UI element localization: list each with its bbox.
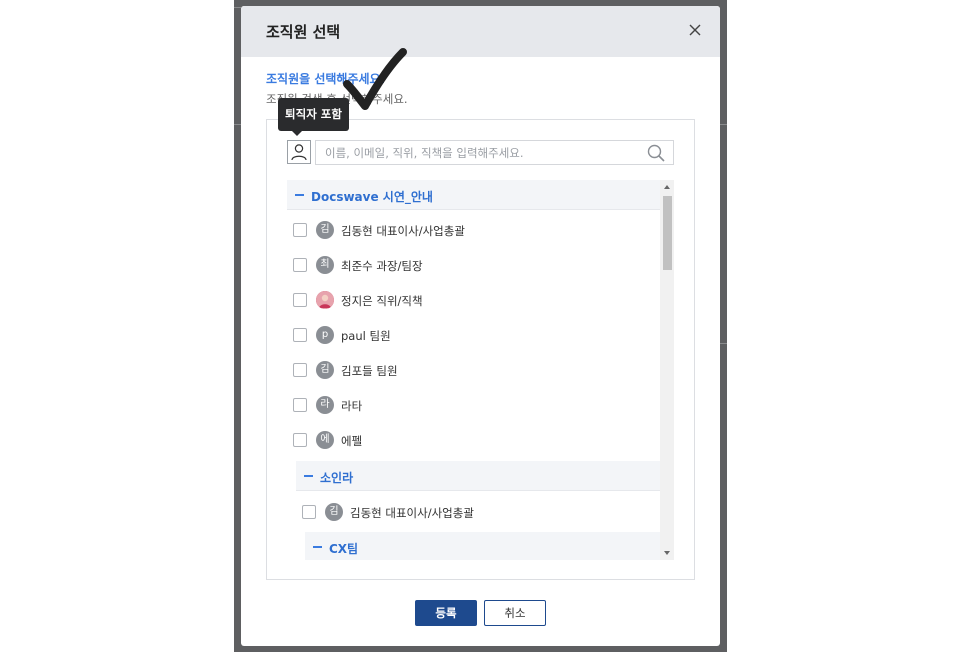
member-checkbox[interactable]	[293, 363, 307, 377]
member-name: 김포들 팀원	[341, 364, 398, 378]
member-checkbox[interactable]	[293, 223, 307, 237]
member-name: 김동현 대표이사/사업총괄	[350, 506, 474, 520]
org-tree: Docswave 시연_안내 김 김동현 대표이사/사업총괄 최 최준수 과장/…	[287, 180, 674, 560]
search-icon[interactable]	[647, 144, 665, 162]
list-item[interactable]: 김 김동현 대표이사/사업총괄	[296, 494, 660, 529]
collapse-icon[interactable]	[304, 475, 313, 477]
person-icon	[291, 144, 307, 161]
collapse-icon[interactable]	[295, 194, 304, 196]
group-row-sub[interactable]: 소인라	[296, 461, 660, 491]
group-name: Docswave 시연_안내	[311, 190, 433, 204]
member-name: 최준수 과장/팀장	[341, 259, 423, 273]
member-checkbox[interactable]	[293, 258, 307, 272]
list-item[interactable]: 라 라타	[287, 387, 660, 422]
backdrop-line	[234, 124, 241, 125]
group-name: CX팀	[329, 542, 359, 556]
member-checkbox[interactable]	[293, 293, 307, 307]
group-name: 소인라	[320, 471, 354, 485]
member-checkbox[interactable]	[293, 328, 307, 342]
member-name: 에펠	[341, 434, 363, 448]
collapse-icon[interactable]	[313, 546, 322, 548]
member-name: 라타	[341, 399, 363, 413]
list-item[interactable]: 김 김동현 대표이사/사업총괄	[287, 212, 660, 247]
member-checkbox[interactable]	[302, 505, 316, 519]
list-item[interactable]: 최 최준수 과장/팀장	[287, 247, 660, 282]
checkmark-overlay-icon	[343, 48, 407, 110]
list-item[interactable]: 김 김포들 팀원	[287, 352, 660, 387]
member-checkbox[interactable]	[293, 398, 307, 412]
member-checkbox[interactable]	[293, 433, 307, 447]
register-button[interactable]: 등록	[415, 600, 477, 626]
avatar: 최	[316, 256, 334, 274]
dialog-header: 조직원 선택	[241, 6, 720, 57]
scroll-up-arrow-icon[interactable]	[664, 185, 670, 189]
profile-photo-icon	[316, 291, 334, 309]
avatar: 김	[325, 503, 343, 521]
tree-scrollbar[interactable]	[660, 180, 674, 560]
list-item[interactable]: p paul 팀원	[287, 317, 660, 352]
tooltip-include-retired: 퇴직자 포함	[278, 98, 349, 136]
close-icon[interactable]	[688, 23, 702, 37]
member-name: 정지은 직위/직책	[341, 294, 423, 308]
dialog-title: 조직원 선택	[266, 23, 341, 41]
avatar: 라	[316, 396, 334, 414]
org-panel: Docswave 시연_안내 김 김동현 대표이사/사업총괄 최 최준수 과장/…	[266, 119, 695, 580]
backdrop-line	[720, 124, 727, 125]
avatar: 김	[316, 221, 334, 239]
search-input[interactable]	[325, 141, 635, 164]
member-name: 김동현 대표이사/사업총괄	[341, 224, 465, 238]
scroll-down-arrow-icon[interactable]	[664, 551, 670, 555]
list-item[interactable]: 정지은 직위/직책	[287, 282, 660, 317]
avatar: p	[316, 326, 334, 344]
cancel-button[interactable]: 취소	[484, 600, 546, 626]
search-box	[315, 140, 674, 165]
backdrop-line	[234, 7, 241, 8]
member-name: paul 팀원	[341, 329, 391, 343]
group-row-root[interactable]: Docswave 시연_안내	[287, 180, 660, 210]
member-select-dialog: 조직원 선택 조직원을 선택해주세요. 조직원 검색 후 선택해주세요. Doc…	[241, 6, 720, 646]
group-row-subsub[interactable]: CX팀	[305, 532, 660, 560]
include-retired-button[interactable]	[287, 140, 311, 164]
avatar-photo	[316, 291, 334, 309]
list-item[interactable]: 에 에펠	[287, 422, 660, 457]
avatar: 에	[316, 431, 334, 449]
backdrop-line	[720, 343, 727, 344]
scroll-thumb[interactable]	[663, 196, 672, 270]
avatar: 김	[316, 361, 334, 379]
